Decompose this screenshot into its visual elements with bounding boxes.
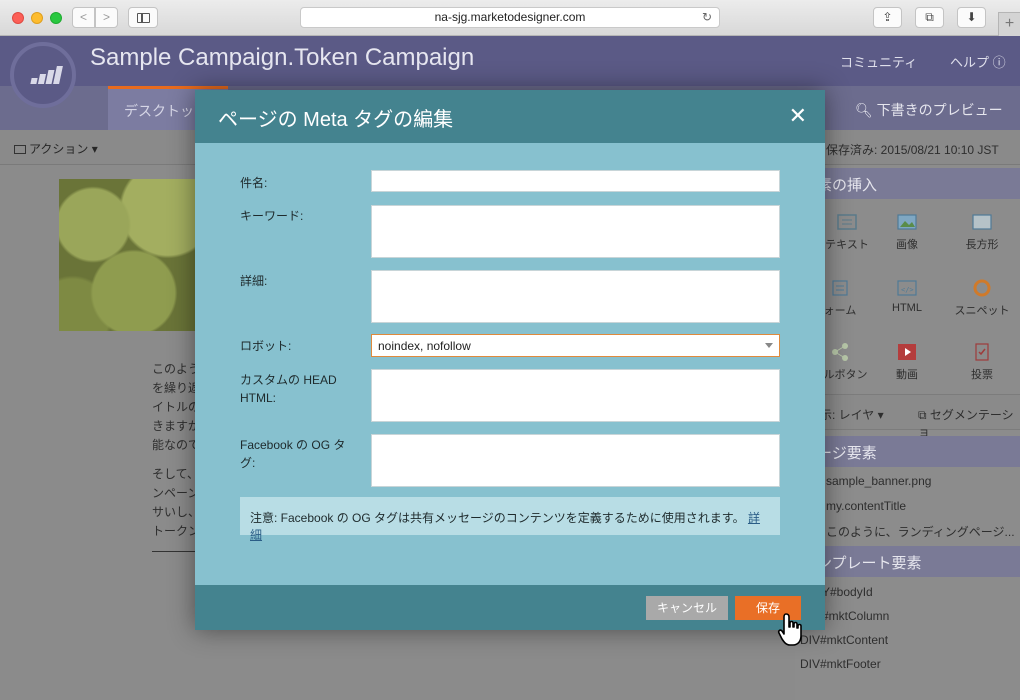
reload-icon[interactable]: ↻ — [702, 8, 712, 27]
cancel-button[interactable]: キャンセル — [646, 596, 728, 620]
robots-label: ロボット: — [240, 339, 292, 353]
address-bar[interactable]: na-sjg.marketodesigner.com ↻ — [300, 7, 720, 28]
robots-select[interactable]: noindex, nofollow — [371, 334, 780, 357]
keywords-label: キーワード: — [240, 209, 304, 223]
marketo-logo[interactable] — [10, 42, 76, 108]
forward-button[interactable]: > — [95, 7, 118, 28]
robots-selected-value: noindex, nofollow — [378, 339, 471, 353]
dialog-title: ページの Meta タグの編集 — [218, 109, 454, 131]
share-icon: ⇪ — [882, 10, 893, 24]
sidebar-toggle-button[interactable] — [128, 7, 158, 28]
download-icon: ⬇ — [966, 10, 977, 24]
close-icon[interactable]: ✕ — [789, 103, 807, 129]
custom-head-label: カスタムの HEAD HTML: — [240, 371, 337, 407]
custom-head-label-line: カスタムの HEAD — [240, 373, 337, 387]
hand-cursor-icon — [777, 613, 802, 646]
og-tag-label-line: グ: — [240, 456, 256, 470]
sidebar-icon — [137, 13, 150, 23]
share-button[interactable]: ⇪ — [873, 7, 902, 28]
browser-toolbar: < > na-sjg.marketodesigner.com ↻ ⇪ ⧉ ⬇ + — [0, 0, 1020, 36]
window-minimize-button[interactable] — [31, 12, 43, 24]
details-label: 詳細: — [240, 274, 268, 288]
tabs-icon: ⧉ — [925, 10, 934, 24]
keywords-textarea[interactable] — [371, 205, 780, 258]
details-textarea[interactable] — [371, 270, 780, 323]
chevron-down-icon — [765, 343, 773, 348]
window-zoom-button[interactable] — [50, 12, 62, 24]
edit-meta-tags-dialog: ページの Meta タグの編集 ✕ 件名: キーワード: 詳細: ロボット: n… — [195, 90, 825, 630]
custom-head-label-line: HTML: — [240, 391, 276, 405]
show-tabs-button[interactable]: ⧉ — [915, 7, 944, 28]
back-button[interactable]: < — [72, 7, 95, 28]
dialog-footer — [195, 585, 825, 630]
og-tag-label: Facebook の OG タ グ: — [240, 436, 345, 472]
subject-input[interactable] — [371, 170, 780, 192]
dialog-header: ページの Meta タグの編集 ✕ — [195, 90, 825, 143]
subject-label: 件名: — [240, 176, 268, 190]
chevron-left-icon: < — [79, 10, 87, 24]
og-note: 注意: Facebook の OG タグは共有メッセージのコンテンツを定義するた… — [240, 497, 780, 542]
og-tag-label-line: Facebook の OG タ — [240, 438, 346, 452]
og-note-text: 注意: Facebook の OG タグは共有メッセージのコンテンツを定義するた… — [250, 511, 745, 525]
og-tag-textarea[interactable] — [371, 434, 780, 487]
custom-head-textarea[interactable] — [371, 369, 780, 422]
url-text: na-sjg.marketodesigner.com — [434, 10, 586, 24]
downloads-button[interactable]: ⬇ — [957, 7, 986, 28]
new-tab-button[interactable]: + — [998, 12, 1020, 36]
chevron-right-icon: > — [102, 10, 110, 24]
plus-icon: + — [1004, 15, 1015, 32]
window-close-button[interactable] — [12, 12, 24, 24]
